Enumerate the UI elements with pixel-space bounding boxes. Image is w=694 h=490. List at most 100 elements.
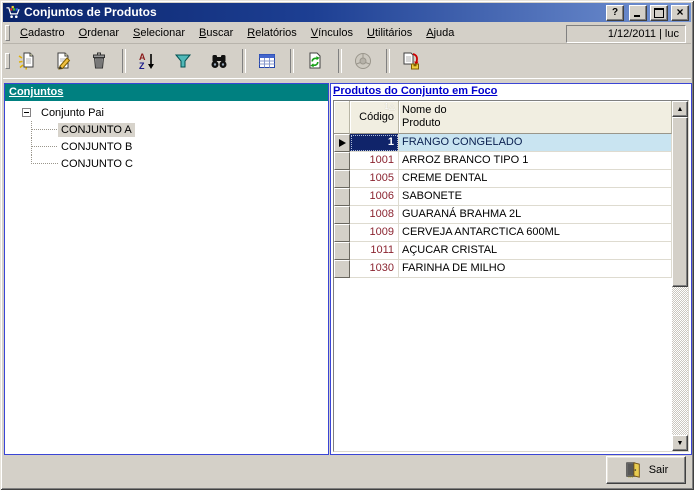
sair-button-label: Sair bbox=[649, 464, 669, 476]
toolbar: A Z bbox=[3, 44, 691, 79]
tree-collapse-icon[interactable] bbox=[22, 108, 31, 117]
grid-header-indicator bbox=[334, 101, 350, 134]
scroll-up-button[interactable]: ▲ bbox=[672, 101, 688, 117]
menu-ordenar[interactable]: Ordenar bbox=[72, 24, 126, 42]
sort-button[interactable]: A Z bbox=[133, 48, 161, 75]
tree-item[interactable]: CONJUNTO C bbox=[5, 155, 328, 172]
grid-header-row: Código 1△ Nome do Produto bbox=[334, 101, 672, 134]
toolbar-separator bbox=[290, 49, 294, 73]
tree-item-label[interactable]: CONJUNTO A bbox=[58, 123, 135, 137]
nome-cell[interactable]: GUARANÁ BRAHMA 2L bbox=[399, 206, 672, 224]
arrow-up-icon: ▲ bbox=[677, 106, 684, 113]
refresh-button[interactable] bbox=[301, 48, 329, 75]
menu-relatorios[interactable]: Relatórios bbox=[240, 24, 304, 42]
tree-root-item[interactable]: Conjunto Pai bbox=[5, 104, 328, 121]
grid-view-button[interactable] bbox=[253, 48, 281, 75]
table-row[interactable]: 1FRANGO CONGELADO bbox=[334, 134, 672, 152]
maximize-button[interactable] bbox=[650, 5, 668, 21]
tree-item[interactable]: CONJUNTO B bbox=[5, 138, 328, 155]
filter-button[interactable] bbox=[169, 48, 197, 75]
grid-header-codigo[interactable]: Código 1△ bbox=[350, 101, 399, 134]
menu-selecionar[interactable]: Selecionar bbox=[126, 24, 192, 42]
nome-cell[interactable]: CREME DENTAL bbox=[399, 170, 672, 188]
grid-content: Código 1△ Nome do Produto 1FRANGO CONGEL… bbox=[334, 101, 672, 451]
toolbar-separator bbox=[386, 49, 390, 73]
door-exit-icon bbox=[624, 461, 642, 479]
table-row[interactable]: 1001ARROZ BRANCO TIPO 1 bbox=[334, 152, 672, 170]
help-button[interactable]: ? bbox=[606, 5, 624, 21]
codigo-cell[interactable]: 1006 bbox=[350, 188, 399, 206]
close-button[interactable]: × bbox=[671, 5, 689, 21]
codigo-cell[interactable]: 1009 bbox=[350, 224, 399, 242]
delete-record-button[interactable] bbox=[85, 48, 113, 75]
table-row[interactable]: 1011AÇUCAR CRISTAL bbox=[334, 242, 672, 260]
tree-connector bbox=[31, 155, 58, 164]
codigo-cell[interactable]: 1 bbox=[350, 134, 399, 152]
table-row[interactable]: 1030FARINHA DE MILHO bbox=[334, 260, 672, 278]
nome-cell[interactable]: SABONETE bbox=[399, 188, 672, 206]
export-button[interactable] bbox=[397, 48, 425, 75]
row-indicator bbox=[334, 260, 350, 278]
date-user-panel: 1/12/2011 | luc bbox=[566, 25, 686, 43]
edit-record-button[interactable] bbox=[49, 48, 77, 75]
row-indicator bbox=[334, 224, 350, 242]
conjuntos-panel: Conjuntos Conjunto Pai CONJUNTO A CONJUNT… bbox=[4, 83, 329, 455]
filter-funnel-icon bbox=[173, 51, 193, 71]
nome-cell[interactable]: CERVEJA ANTARCTICA 600ML bbox=[399, 224, 672, 242]
grid-vertical-scrollbar[interactable]: ▲ ▼ bbox=[672, 101, 688, 451]
row-indicator bbox=[334, 152, 350, 170]
conjuntos-panel-header: Conjuntos bbox=[5, 84, 328, 101]
new-record-button[interactable] bbox=[13, 48, 41, 75]
table-row[interactable]: 1008GUARANÁ BRAHMA 2L bbox=[334, 206, 672, 224]
sair-button[interactable]: Sair bbox=[606, 456, 686, 484]
nome-cell[interactable]: FRANGO CONGELADO bbox=[399, 134, 672, 152]
nome-cell[interactable]: AÇUCAR CRISTAL bbox=[399, 242, 672, 260]
tree-item-label[interactable]: CONJUNTO C bbox=[58, 157, 136, 171]
shopping-cart-icon bbox=[5, 5, 21, 20]
nome-cell[interactable]: ARROZ BRANCO TIPO 1 bbox=[399, 152, 672, 170]
table-grid-icon bbox=[257, 51, 277, 71]
table-row[interactable]: 1006SABONETE bbox=[334, 188, 672, 206]
menu-cadastro[interactable]: Cadastro bbox=[13, 24, 72, 42]
title-bar: Conjuntos de Produtos ? × bbox=[3, 3, 691, 22]
tree-root-label[interactable]: Conjunto Pai bbox=[38, 106, 107, 120]
tree-connector bbox=[31, 138, 58, 155]
codigo-cell[interactable]: 1001 bbox=[350, 152, 399, 170]
tree-item-label[interactable]: CONJUNTO B bbox=[58, 140, 135, 154]
new-document-icon bbox=[17, 51, 37, 71]
toolbar-grip[interactable] bbox=[5, 53, 10, 69]
produtos-panel-header[interactable]: Produtos do Conjunto em Foco bbox=[331, 84, 691, 99]
minimize-button[interactable] bbox=[629, 5, 647, 21]
menu-vinculos[interactable]: Vínculos bbox=[304, 24, 360, 42]
sort-order-badge: 1△ bbox=[384, 102, 395, 111]
nome-cell[interactable]: FARINHA DE MILHO bbox=[399, 260, 672, 278]
binoculars-icon bbox=[209, 51, 229, 71]
sort-az-icon: A Z bbox=[137, 51, 157, 71]
minimize-icon bbox=[634, 15, 640, 17]
codigo-cell[interactable]: 1030 bbox=[350, 260, 399, 278]
codigo-column-label: Código bbox=[359, 111, 394, 123]
edit-document-icon bbox=[53, 51, 73, 71]
scroll-down-button[interactable]: ▼ bbox=[672, 435, 688, 451]
menu-utilitarios[interactable]: Utilitários bbox=[360, 24, 419, 42]
camera-icon bbox=[353, 51, 373, 71]
table-row[interactable]: 1005CREME DENTAL bbox=[334, 170, 672, 188]
menu-ajuda[interactable]: Ajuda bbox=[419, 24, 461, 42]
produtos-grid: Código 1△ Nome do Produto 1FRANGO CONGEL… bbox=[333, 100, 689, 452]
sort-asc-icon: △ bbox=[389, 102, 395, 111]
table-row[interactable]: 1009CERVEJA ANTARCTICA 600ML bbox=[334, 224, 672, 242]
row-indicator bbox=[334, 206, 350, 224]
codigo-cell[interactable]: 1005 bbox=[350, 170, 399, 188]
codigo-cell[interactable]: 1008 bbox=[350, 206, 399, 224]
export-save-icon bbox=[401, 51, 421, 71]
produtos-panel: Produtos do Conjunto em Foco Código 1△ N… bbox=[330, 83, 692, 455]
codigo-cell[interactable]: 1011 bbox=[350, 242, 399, 260]
grid-header-nome[interactable]: Nome do Produto bbox=[399, 101, 672, 134]
menu-buscar[interactable]: Buscar bbox=[192, 24, 240, 42]
menu-grip[interactable] bbox=[5, 25, 10, 41]
trash-icon bbox=[89, 51, 109, 71]
find-button[interactable] bbox=[205, 48, 233, 75]
scrollbar-thumb[interactable] bbox=[672, 117, 688, 287]
tree-item[interactable]: CONJUNTO A bbox=[5, 121, 328, 138]
grid-rows: 1FRANGO CONGELADO1001ARROZ BRANCO TIPO 1… bbox=[334, 134, 672, 278]
